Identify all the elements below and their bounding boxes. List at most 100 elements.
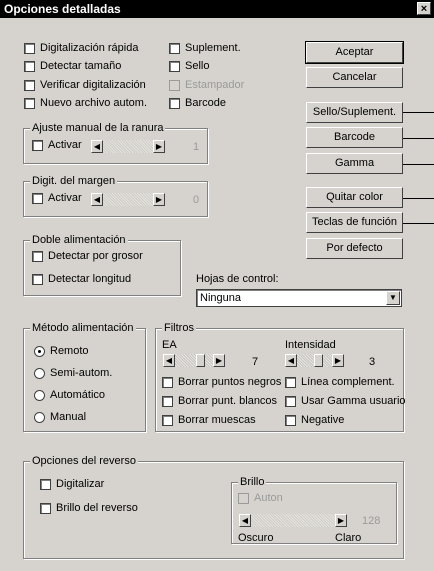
checkbox-box[interactable] (32, 192, 43, 204)
checkbox-box[interactable] (162, 395, 173, 407)
checkbox-box[interactable] (24, 97, 35, 109)
group-legend: Filtros (162, 322, 196, 334)
hojas-control-select[interactable]: Ninguna ▼ (196, 289, 402, 307)
radio-automatico[interactable]: Automático (34, 389, 105, 401)
checkbox-digitalizacion-rapida[interactable]: Digitalización rápida (24, 42, 138, 54)
hojas-control-value: Ninguna (200, 292, 241, 304)
checkbox-label: Auton (254, 492, 283, 504)
scroll-left-icon: ◀ (91, 193, 103, 206)
radio-dot[interactable] (34, 345, 45, 357)
callout-line (403, 223, 434, 224)
checkbox-sello[interactable]: Sello (169, 60, 209, 72)
checkbox-box[interactable] (169, 60, 180, 72)
scroll-left-icon[interactable]: ◀ (285, 354, 297, 367)
checkbox-label: Usar Gamma usuario (301, 395, 406, 407)
checkbox-ajuste-activar[interactable]: Activar (32, 139, 82, 151)
scroll-left-icon[interactable]: ◀ (163, 354, 175, 367)
checkbox-nuevo-archivo[interactable]: Nuevo archivo autom. (24, 97, 147, 109)
aceptar-button[interactable]: Aceptar (305, 41, 404, 64)
radio-label: Remoto (50, 345, 89, 357)
checkbox-label: Negative (301, 414, 345, 426)
group-legend: Digit. del margen (30, 175, 118, 187)
intensidad-value: 3 (369, 356, 376, 368)
checkbox-label: Activar (48, 139, 82, 151)
scroll-left-icon: ◀ (91, 140, 103, 153)
radio-semi-autom[interactable]: Semi-autom. (34, 367, 112, 379)
radio-dot[interactable] (34, 367, 45, 379)
callout-line (403, 112, 434, 113)
checkbox-usar-gamma[interactable]: Usar Gamma usuario (285, 395, 406, 407)
sello-suplement-button[interactable]: Sello/Suplement. (306, 102, 403, 123)
checkbox-box[interactable] (24, 79, 35, 91)
checkbox-suplement[interactable]: Suplement. (169, 42, 241, 54)
teclas-funcion-button[interactable]: Teclas de función (306, 212, 403, 233)
checkbox-box[interactable] (162, 376, 173, 388)
ea-slider-track[interactable] (175, 354, 213, 367)
checkbox-negative[interactable]: Negative (285, 414, 344, 426)
checkbox-box[interactable] (162, 414, 173, 426)
ea-slider-thumb[interactable] (196, 354, 205, 367)
radio-dot[interactable] (34, 411, 45, 423)
checkbox-label: Borrar muescas (178, 414, 256, 426)
checkbox-linea-complement[interactable]: Línea complement. (285, 376, 395, 388)
gamma-button[interactable]: Gamma (306, 153, 403, 174)
cancelar-button[interactable]: Cancelar (306, 67, 403, 88)
checkbox-detectar-longitud[interactable]: Detectar longitud (32, 273, 131, 285)
margen-value: 0 (193, 194, 200, 206)
checkbox-detectar-tamano[interactable]: Detectar tamaño (24, 60, 121, 72)
scroll-right-icon[interactable]: ▶ (332, 354, 344, 367)
scroll-right-icon: ▶ (153, 193, 165, 206)
checkbox-margen-activar[interactable]: Activar (32, 192, 82, 204)
window-title: Opciones detalladas (4, 2, 121, 16)
por-defecto-button[interactable]: Por defecto (306, 238, 403, 259)
scroll-right-icon[interactable]: ▶ (213, 354, 225, 367)
callout-line (403, 138, 434, 139)
checkbox-verificar-digitalizacion[interactable]: Verificar digitalización (24, 79, 146, 91)
barcode-button[interactable]: Barcode (306, 127, 403, 148)
checkbox-borrar-muescas[interactable]: Borrar muescas (162, 414, 256, 426)
checkbox-brillo-reverso[interactable]: Brillo del reverso (40, 502, 138, 514)
intensidad-label: Intensidad (285, 339, 336, 351)
checkbox-box[interactable] (169, 42, 180, 54)
radio-label: Manual (50, 411, 87, 423)
group-legend: Ajuste manual de la ranura (30, 122, 166, 134)
close-button[interactable]: × (417, 2, 431, 15)
options-dialog: Opciones detalladas × Digitalización ráp… (0, 0, 434, 571)
checkbox-box[interactable] (285, 376, 296, 388)
checkbox-box[interactable] (24, 60, 35, 72)
checkbox-label: Borrar puntos negros (178, 376, 282, 388)
checkbox-borrar-blancos[interactable]: Borrar punt. blancos (162, 395, 277, 407)
checkbox-barcode[interactable]: Barcode (169, 97, 226, 109)
ea-label: EA (162, 339, 177, 351)
checkbox-label: Línea complement. (301, 376, 395, 388)
checkbox-label: Brillo del reverso (56, 502, 138, 514)
radio-remoto[interactable]: Remoto (34, 345, 89, 357)
radio-label: Automático (50, 389, 106, 401)
radio-manual[interactable]: Manual (34, 411, 86, 423)
checkbox-box (238, 492, 249, 504)
brillo-value: 128 (362, 515, 381, 527)
brillo-slider-track (251, 514, 335, 527)
chevron-down-icon[interactable]: ▼ (386, 291, 400, 305)
checkbox-box[interactable] (40, 478, 51, 490)
quitar-color-button[interactable]: Quitar color (306, 187, 403, 208)
checkbox-box[interactable] (40, 502, 51, 514)
hojas-control-label: Hojas de control: (196, 273, 279, 285)
group-legend: Doble alimentación (30, 234, 128, 246)
checkbox-detectar-grosor[interactable]: Detectar por grosor (32, 250, 143, 262)
checkbox-box[interactable] (24, 42, 35, 54)
radio-dot[interactable] (34, 389, 45, 401)
checkbox-label: Detectar por grosor (48, 250, 143, 262)
intensidad-slider-thumb[interactable] (314, 354, 323, 367)
checkbox-borrar-negros[interactable]: Borrar puntos negros (162, 376, 281, 388)
checkbox-box[interactable] (285, 395, 296, 407)
checkbox-digitalizar-reverso[interactable]: Digitalizar (40, 478, 104, 490)
title-bar: Opciones detalladas × (0, 0, 434, 18)
checkbox-box[interactable] (32, 273, 43, 285)
checkbox-box[interactable] (32, 250, 43, 262)
checkbox-label: Suplement. (185, 42, 241, 54)
oscuro-label: Oscuro (238, 532, 274, 544)
checkbox-box[interactable] (32, 139, 43, 151)
checkbox-box[interactable] (169, 97, 180, 109)
checkbox-box[interactable] (285, 414, 296, 426)
